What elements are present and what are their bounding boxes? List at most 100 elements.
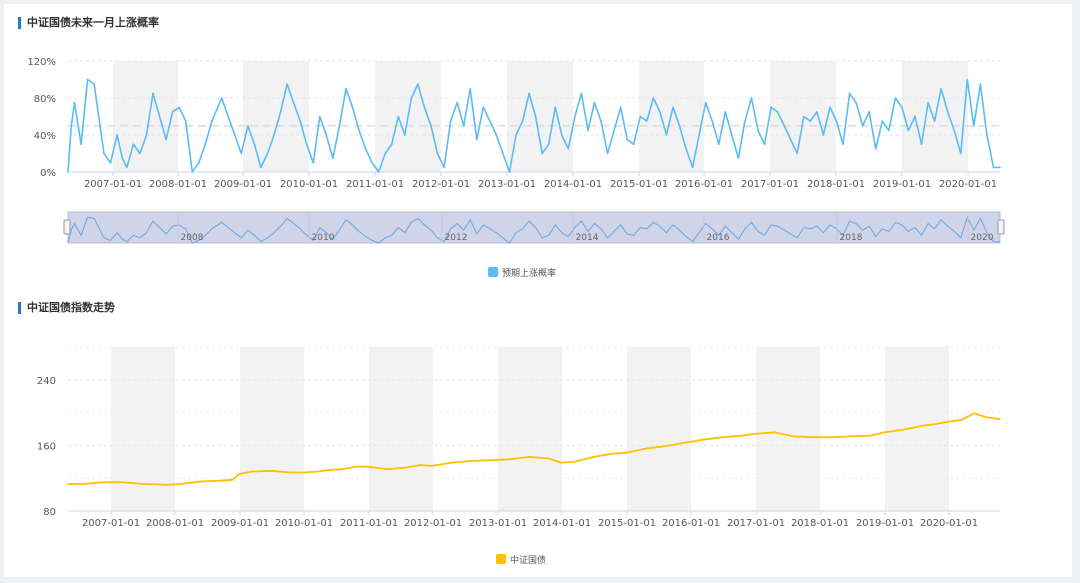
chart1-data-point <box>874 148 877 150</box>
chart2-xtick-label: 2020-01-01 <box>920 518 978 529</box>
chart1-data-point <box>436 152 439 155</box>
chart2-data-point <box>663 445 666 448</box>
chart1-data-point <box>358 129 360 132</box>
chart2-data-point <box>315 470 318 473</box>
chart1-data-point <box>299 120 302 122</box>
chart1-data-point <box>979 83 982 85</box>
chart1-data-point <box>462 125 465 127</box>
navigator-right-handle[interactable] <box>997 219 1005 235</box>
chart1-data-point <box>191 171 194 173</box>
chart2-data-point <box>921 424 924 427</box>
chart1-data-point <box>253 143 256 146</box>
chart2-data-point <box>270 470 273 472</box>
chart1-data-point <box>724 111 727 113</box>
chart1-data-point <box>888 129 890 132</box>
chart1-data-point <box>685 148 687 150</box>
chart1-data-point <box>613 129 615 132</box>
chart1-xtick-label: 2018-01-01 <box>807 179 865 190</box>
chart2-xtick-label: 2007-01-01 <box>82 518 140 529</box>
chart2-xtick-label: 2014-01-01 <box>533 518 591 529</box>
navigator-left-handle[interactable] <box>63 219 71 235</box>
chart1-data-point <box>423 106 426 109</box>
chart1-data-point <box>927 101 929 104</box>
chart1-data-point <box>953 129 955 132</box>
chart1-data-point <box>220 97 223 99</box>
chart2-xtick-label: 2009-01-01 <box>211 518 269 529</box>
chart1-data-point <box>763 143 766 146</box>
chart2-xtick-label: 2019-01-01 <box>856 518 914 529</box>
chart1-data-point <box>914 115 916 118</box>
chart2-data-point <box>509 458 511 461</box>
chart1-data-point <box>103 152 105 155</box>
chart1-data-point <box>901 106 903 109</box>
chart1-data-point <box>67 171 69 173</box>
chart1-data-point <box>960 152 962 155</box>
chart1-data-point <box>211 120 213 122</box>
chart1-data-point <box>132 143 135 146</box>
chart1-xtick-label: 2017-01-01 <box>741 179 799 190</box>
chart1-data-point <box>894 97 897 99</box>
chart1-xtick-label: 2012-01-01 <box>412 179 470 190</box>
chart1-data-point <box>816 111 818 113</box>
chart1-data-point <box>933 120 936 122</box>
chart2-data-point <box>792 435 795 438</box>
chart1-data-point <box>371 162 373 164</box>
chart1-data-point <box>718 143 720 146</box>
chart1-data-point <box>332 157 334 159</box>
chart1-data-point <box>266 152 269 155</box>
chart1-data-point <box>731 134 733 136</box>
chart1-xtick-label: 2009-01-01 <box>214 179 272 190</box>
chart1-data-point <box>319 115 321 118</box>
chart2-data-point <box>418 464 421 466</box>
chart2-data-point <box>721 436 724 439</box>
chart1-data-point <box>377 171 380 173</box>
chart1-data-point <box>528 92 530 95</box>
chart1-data-point <box>561 134 563 136</box>
chart1-data-point <box>986 134 988 136</box>
chart1-data-point <box>744 120 746 122</box>
chart1-data-point <box>855 101 857 104</box>
chart1-data-point <box>521 120 524 122</box>
chart1-data-point <box>456 101 459 104</box>
chart2-xtick-label: 2017-01-01 <box>727 518 785 529</box>
chart2-data-point <box>773 431 776 434</box>
chart1-data-point <box>410 97 413 99</box>
chart2-data-point <box>625 452 627 454</box>
chart2-data-point <box>341 468 343 471</box>
chart1-data-point <box>737 157 740 159</box>
chart2-data-point <box>354 465 356 468</box>
chart2-ytick-label: 80 <box>43 507 56 518</box>
chart1-data-point <box>770 106 772 109</box>
chart2-xtick-label: 2016-01-01 <box>662 518 720 529</box>
chart2-xtick-label: 2018-01-01 <box>791 518 849 529</box>
chart2-xtick-label: 2010-01-01 <box>275 518 333 529</box>
chart1-data-point <box>593 101 596 104</box>
chart1-data-point <box>384 152 387 155</box>
chart1-data-point <box>198 162 200 164</box>
chart1-data-point <box>482 106 485 109</box>
chart1-data-point <box>305 143 308 146</box>
chart1-data-point <box>390 143 393 146</box>
chart2-data-point <box>986 416 988 419</box>
chart1-data-point <box>279 111 282 113</box>
chart2-xtick-label: 2015-01-01 <box>598 518 656 529</box>
chart1-ytick-label: 40% <box>34 131 56 142</box>
chart1-data-point <box>158 115 161 118</box>
chart1-data-point <box>397 115 400 118</box>
chart1-data-point <box>652 97 655 99</box>
chart2-data-point <box>302 471 305 474</box>
chart2-data-point <box>883 431 885 434</box>
chart2-xtick-label: 2013-01-01 <box>469 518 527 529</box>
chart1-data-point <box>946 111 949 113</box>
chart2-data-point <box>470 460 472 462</box>
chart1-data-point <box>495 134 498 136</box>
chart2-data-point <box>231 479 234 481</box>
chart1-data-point <box>698 134 700 136</box>
chart1-band <box>507 61 573 172</box>
chart1-data-point <box>580 92 583 95</box>
chart2-band <box>627 347 691 511</box>
chart1-data-point <box>145 134 148 136</box>
navigator-year-label: 2014 <box>576 233 599 243</box>
chart1-data-point <box>783 125 785 127</box>
chart1-data-point <box>822 134 825 136</box>
